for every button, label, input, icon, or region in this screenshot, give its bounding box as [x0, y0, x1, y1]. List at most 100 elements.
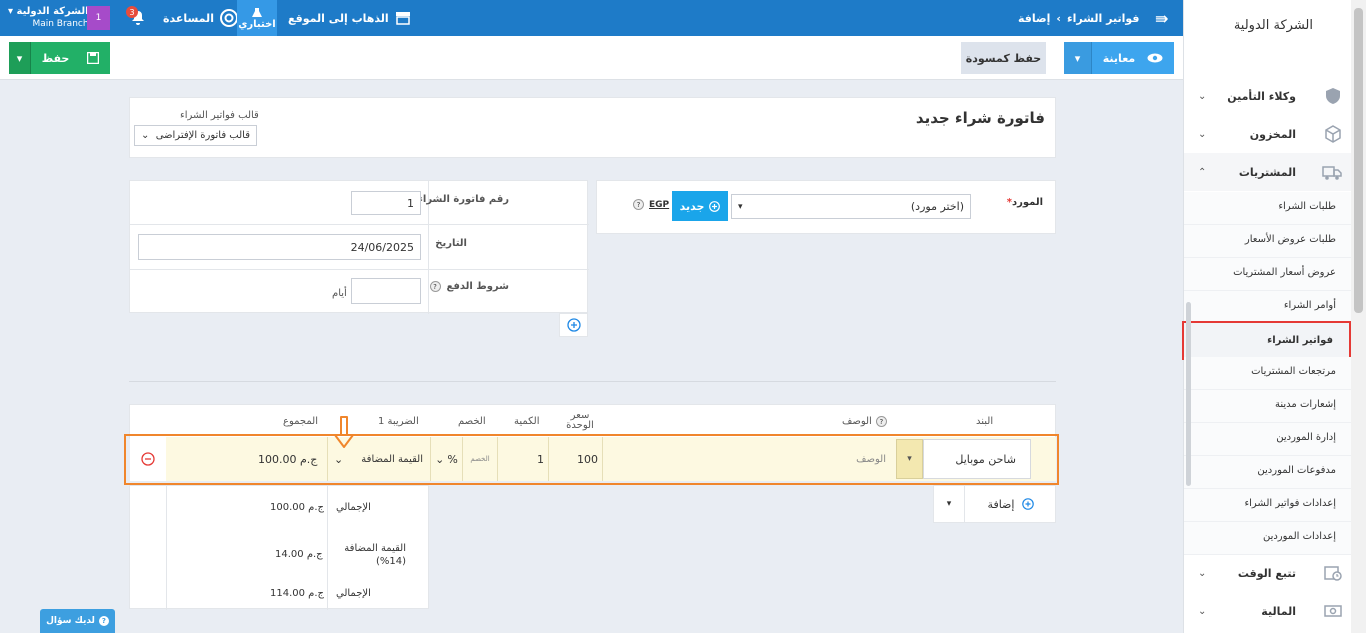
preview-options-button[interactable]: ▾: [1064, 42, 1092, 74]
company-switcher[interactable]: ▾ الشركة الدولية Main Branch: [8, 6, 89, 30]
template-label: قالب فواتير الشراء: [180, 110, 259, 121]
sidebar: الشركة الدولية ⌄ وكلاء التأمين ⌄ المخزون…: [1182, 0, 1352, 633]
date-input[interactable]: 24/06/2025: [138, 234, 421, 260]
currency-wrap: ? EGP: [633, 199, 669, 210]
add-field-button[interactable]: [559, 313, 588, 337]
supplier-panel: *المورد ▾ (اختر مورد) جديد ? EGP: [596, 180, 1056, 234]
divider: [130, 224, 589, 225]
invoice-header-panel: فاتورة شراء جديد قالب فواتير الشراء ⌄ قا…: [129, 97, 1056, 158]
calendar-clock-icon: [1324, 566, 1342, 581]
caret-down-icon: ▾: [1074, 51, 1081, 65]
col-unit-price: سعر الوحدة: [566, 410, 594, 431]
sidebar-sub-item[interactable]: طلبات عروض الأسعار: [1184, 225, 1352, 258]
add-item-group: ▾ إضافة: [933, 485, 1056, 523]
store-icon: [395, 12, 410, 25]
col-total: المجموع: [283, 416, 318, 427]
sidebar-sub-item[interactable]: طلبات الشراء: [1184, 192, 1352, 225]
chevron-down-icon: ⌄: [1198, 90, 1207, 102]
sidebar-sub-item-active[interactable]: فواتير الشراء: [1182, 321, 1351, 360]
col-item: البند: [976, 416, 994, 427]
sidebar-item-insurance-agents[interactable]: ⌄ وكلاء التأمين: [1184, 77, 1352, 115]
sidebar-sub-item[interactable]: إعدادات فواتير الشراء: [1184, 489, 1352, 522]
save-draft-button[interactable]: حفظ كمسودة: [961, 42, 1046, 74]
page-title: فاتورة شراء جديد: [915, 109, 1045, 127]
supplier-select[interactable]: ▾ (اختر مورد): [731, 194, 971, 219]
breadcrumb-current: إضافة: [1018, 11, 1051, 25]
col-discount: الخصم: [458, 416, 486, 427]
help-circle-icon[interactable]: ?: [429, 281, 441, 292]
col-description: الوصف ?: [842, 416, 887, 427]
save-options-button[interactable]: ▾: [9, 42, 31, 74]
highlight-box: [124, 434, 1059, 485]
caret-down-icon: ▾: [738, 201, 743, 212]
vat-value: 14.00 ج.م: [275, 549, 323, 560]
divider: [130, 269, 589, 270]
plus-circle-icon: [1022, 498, 1035, 510]
preview-button[interactable]: معاينة: [1092, 42, 1174, 74]
question-icon: ?: [98, 616, 109, 626]
help-circle-icon[interactable]: ?: [875, 416, 887, 427]
invoice-number-input[interactable]: 1: [351, 191, 421, 215]
new-supplier-button[interactable]: جديد: [672, 191, 728, 221]
user-badge[interactable]: 1: [87, 6, 110, 30]
col-tax1: الضريبة 1: [378, 416, 419, 427]
sidebar-item-inventory[interactable]: ⌄ المخزون: [1184, 115, 1352, 153]
sidebar-company: الشركة الدولية: [1233, 18, 1313, 33]
arrow-down-icon: [334, 416, 354, 448]
sidebar-scrollbar[interactable]: [1186, 302, 1191, 486]
page-scrollbar-thumb[interactable]: [1354, 8, 1363, 313]
sidebar-sub-item[interactable]: مرتجعات المشتريات: [1184, 357, 1352, 390]
chevron-down-icon: ⌄: [141, 130, 150, 141]
sidebar-sub-item[interactable]: إدارة الموردين: [1184, 423, 1352, 456]
invoice-info-panel: رقم فاتورة الشراء 1 التاريخ 24/06/2025 ?…: [129, 180, 589, 314]
lifebuoy-icon: [219, 9, 238, 27]
breadcrumb-separator-icon: ‹: [1056, 11, 1061, 25]
invoice-number-label: رقم فاتورة الشراء: [417, 194, 509, 205]
template-select[interactable]: ⌄ قالب فاتورة الإفتراضى: [134, 125, 257, 146]
vat-label: القيمة المضافة (14%): [344, 543, 406, 567]
dropdown-caret-icon: ▾: [8, 6, 17, 17]
chevron-down-icon: ⌄: [1198, 567, 1207, 579]
plus-circle-icon: [709, 200, 721, 212]
eye-icon: [1147, 53, 1163, 63]
col-quantity: الكمية: [514, 416, 540, 427]
box-icon: [1325, 125, 1341, 143]
payment-terms-input[interactable]: [351, 278, 421, 304]
add-item-button[interactable]: إضافة: [966, 486, 1056, 522]
plus-circle-icon: [566, 318, 581, 332]
help-link[interactable]: المساعدة: [163, 0, 238, 36]
date-label: التاريخ: [435, 238, 467, 249]
currency-link[interactable]: EGP: [649, 200, 669, 210]
sidebar-sub-item[interactable]: مدفوعات الموردين: [1184, 456, 1352, 489]
grand-total-value: 114.00 ج.م: [270, 588, 324, 599]
add-item-options-button[interactable]: ▾: [934, 486, 965, 522]
notification-count: 3: [126, 6, 138, 18]
branch-name: Main Branch: [32, 19, 89, 29]
sidebar-sub-item[interactable]: أوامر الشراء: [1184, 291, 1352, 324]
truck-icon: [1322, 166, 1342, 180]
collapse-sidebar-icon[interactable]: ⇛: [1155, 0, 1168, 36]
chevron-down-icon: ⌄: [1198, 128, 1207, 140]
sidebar-item-time-tracking[interactable]: ⌄ تتبع الوقت: [1184, 554, 1352, 592]
caret-down-icon: ▾: [946, 499, 952, 509]
breadcrumb-section[interactable]: فواتير الشراء: [1067, 12, 1140, 25]
days-unit: أيام: [332, 288, 347, 299]
sidebar-item-purchases[interactable]: ⌃ المشتريات: [1184, 153, 1352, 191]
chevron-up-icon: ⌃: [1198, 166, 1207, 178]
help-circle-icon[interactable]: ?: [633, 199, 644, 210]
sidebar-item-finance[interactable]: ⌄ المالية: [1184, 592, 1352, 630]
chevron-down-icon: ⌄: [1198, 605, 1207, 617]
sidebar-sub-item[interactable]: إعدادات الموردين: [1184, 522, 1352, 555]
sidebar-sub-item[interactable]: عروض أسعار المشتريات: [1184, 258, 1352, 291]
save-button[interactable]: حفظ: [31, 42, 110, 74]
sidebar-sub-item[interactable]: إشعارات مدينة: [1184, 390, 1352, 423]
test-mode-button[interactable]: اختباري: [237, 0, 277, 36]
totals-panel: 100.00 ج.م الإجمالي 14.00 ج.م القيمة الم…: [129, 485, 429, 610]
grand-total-label: الإجمالي: [336, 588, 371, 599]
go-to-site-link[interactable]: الذهاب إلى الموقع: [288, 0, 411, 36]
floppy-icon: [87, 52, 100, 64]
toolbar: ▾ حفظ حفظ كمسودة ▾ معاينة: [0, 36, 1183, 80]
breadcrumb: إضافة ‹ فواتير الشراء: [1018, 0, 1139, 36]
divider: [166, 486, 167, 610]
help-widget-button[interactable]: لديك سؤال ?: [40, 609, 115, 633]
